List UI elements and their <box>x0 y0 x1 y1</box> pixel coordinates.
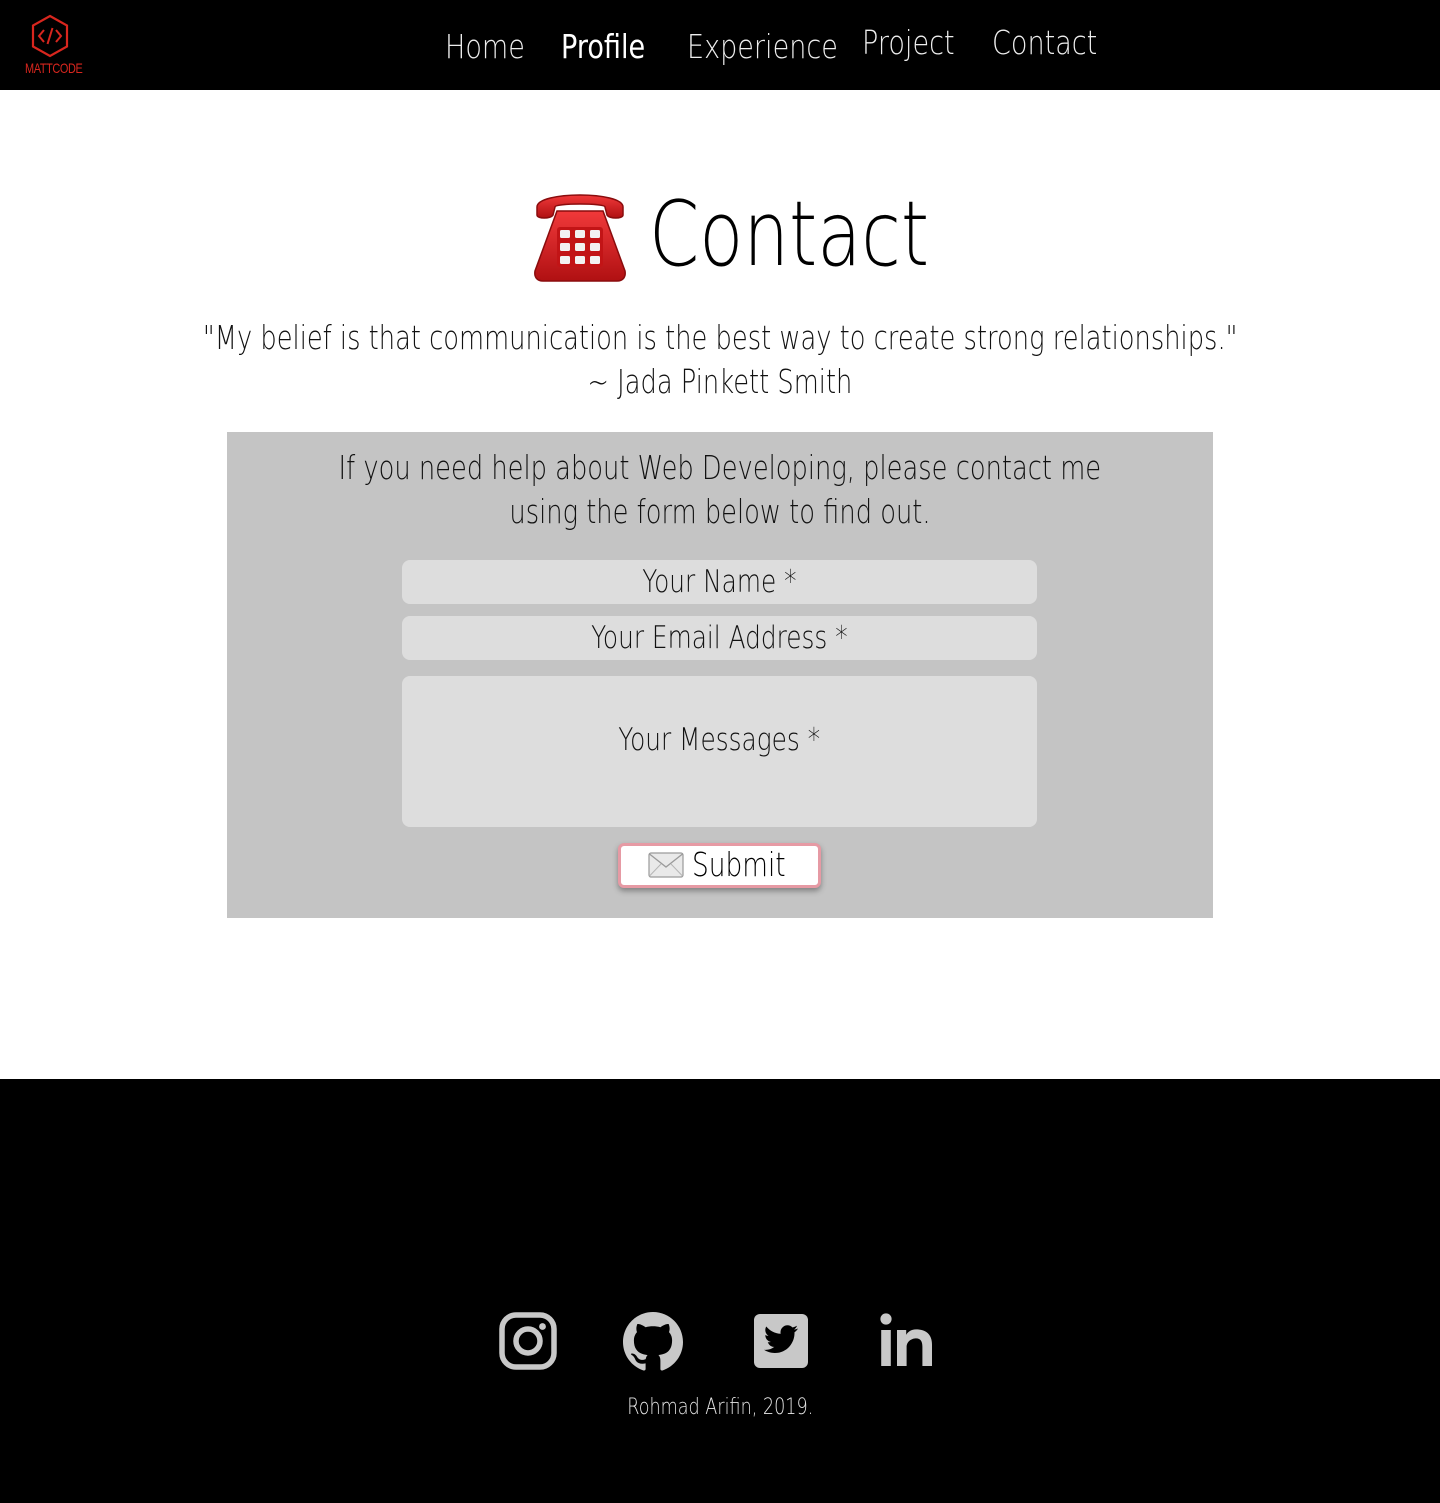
message-textarea-placeholder: Your Messages * <box>618 722 821 758</box>
quote-author: ~ Jada Pinkett Smith <box>587 362 853 401</box>
name-input[interactable]: Your Name * <box>402 560 1037 604</box>
footer: Rohmad Arifin, 2019. <box>0 1079 1440 1503</box>
submit-button-label: Submit <box>691 845 786 884</box>
instagram-icon[interactable] <box>498 1311 558 1371</box>
quote-block: "My belief is that communication is the … <box>0 316 1440 404</box>
twitter-icon[interactable] <box>751 1311 811 1371</box>
nav-item-profile[interactable]: Profile <box>561 27 645 67</box>
form-intro-line-1: If you need help about Web Developing, p… <box>338 448 1102 487</box>
contact-form-panel: If you need help about Web Developing, p… <box>227 432 1213 918</box>
name-input-placeholder: Your Name * <box>642 564 797 600</box>
page-title-row: Contact <box>0 185 1440 295</box>
quote-text: "My belief is that communication is the … <box>202 318 1238 357</box>
envelope-icon <box>647 852 684 878</box>
telephone-icon <box>534 194 626 282</box>
top-navbar: MATTCODE Home Profile Experience Project… <box>0 0 1440 90</box>
site-logo[interactable]: MATTCODE <box>18 14 83 80</box>
form-intro: If you need help about Web Developing, p… <box>227 446 1213 534</box>
copyright-text: Rohmad Arifin, 2019. <box>626 1395 814 1420</box>
submit-button[interactable]: Submit <box>618 843 821 888</box>
message-textarea[interactable]: Your Messages * <box>402 676 1037 827</box>
logo-hexagon-icon <box>31 14 69 58</box>
nav-item-experience[interactable]: Experience <box>687 27 838 67</box>
nav-item-project[interactable]: Project <box>862 23 955 63</box>
email-input[interactable]: Your Email Address * <box>402 616 1037 660</box>
form-intro-line-2: using the form below to find out. <box>509 492 931 531</box>
linkedin-icon[interactable] <box>876 1311 936 1371</box>
nav-item-home[interactable]: Home <box>445 27 525 67</box>
logo-text: MATTCODE <box>25 60 83 76</box>
email-input-placeholder: Your Email Address * <box>591 620 848 656</box>
github-icon[interactable] <box>623 1311 683 1371</box>
page-title: Contact <box>649 182 930 287</box>
nav-item-contact[interactable]: Contact <box>992 23 1097 63</box>
